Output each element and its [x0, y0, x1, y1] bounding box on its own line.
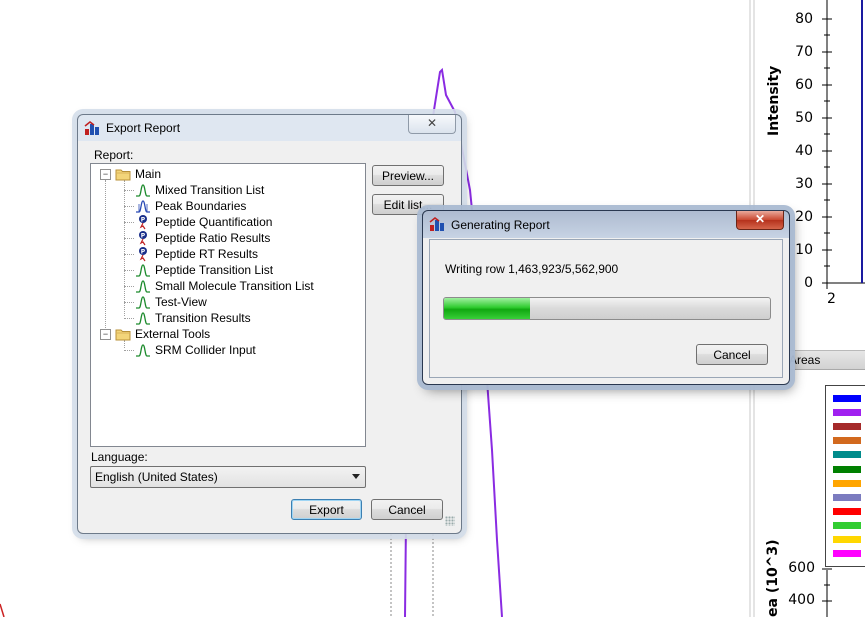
red-trace-fragment: [0, 603, 5, 617]
language-label: Language:: [91, 450, 148, 464]
svg-text:P: P: [141, 216, 146, 223]
intensity-tick-label: 80: [795, 11, 813, 27]
progress-bar: [443, 297, 771, 320]
progress-dialog-title: Generating Report: [451, 218, 550, 232]
tree-connector: [124, 254, 134, 255]
intensity-tick-label: 50: [795, 110, 813, 126]
chevron-down-icon: [352, 474, 360, 479]
tree-connector: [124, 286, 134, 287]
tree-item-label: Mixed Transition List: [155, 183, 265, 197]
tree-item-label: Peptide Transition List: [155, 263, 274, 277]
tree-item-label: Transition Results: [155, 311, 251, 325]
intensity-axis-title: Intensity: [766, 65, 782, 136]
peak-area-legend: [825, 385, 865, 567]
legend-swatch: [833, 423, 861, 431]
legend-swatch: [833, 451, 861, 459]
tree-connector: [124, 302, 134, 303]
tree-expander[interactable]: −: [100, 169, 111, 180]
peak-green-icon: [135, 294, 151, 310]
legend-swatch: [833, 465, 861, 473]
svg-text:P: P: [141, 248, 146, 255]
tree-item-label: External Tools: [135, 327, 211, 341]
legend-swatch: [833, 437, 861, 445]
intensity-tick-label: 60: [795, 77, 813, 93]
tree-connector: [124, 350, 134, 351]
export-cancel-button[interactable]: Cancel: [371, 499, 443, 520]
area-tick-400: 400: [788, 592, 815, 608]
peak-green-icon: [135, 262, 151, 278]
progress-cancel-button[interactable]: Cancel: [696, 344, 768, 365]
peak-green-icon: [135, 182, 151, 198]
tree-connector: [124, 180, 125, 316]
peak-green-icon: [135, 310, 151, 326]
peptide-icon: P: [135, 230, 151, 246]
legend-swatch: [833, 521, 861, 529]
peptide-icon: P: [135, 214, 151, 230]
areas-tab[interactable]: Areas: [786, 350, 865, 370]
export-dialog-close-button[interactable]: ✕: [408, 115, 456, 134]
tree-connector: [124, 222, 134, 223]
intensity-tick-label: 30: [795, 176, 813, 192]
tree-connector: [105, 180, 106, 340]
tree-item-label: SRM Collider Input: [155, 343, 256, 357]
progress-dialog-body: Writing row 1,463,923/5,562,900 Cancel: [429, 239, 783, 378]
peak-green-icon: [135, 342, 151, 358]
legend-swatch: [833, 550, 861, 558]
tree-item-label: Small Molecule Transition List: [155, 279, 314, 293]
resize-grip[interactable]: [445, 516, 455, 526]
preview-button[interactable]: Preview...: [372, 165, 444, 186]
peptide-icon: P: [135, 246, 151, 262]
peak-area-axis-title: ea (10^3): [765, 539, 781, 617]
tree-connector: [124, 206, 134, 207]
tree-item-label: Peptide Quantification: [155, 215, 273, 229]
legend-swatch: [833, 395, 861, 402]
legend-swatch: [833, 479, 861, 487]
progress-bar-fill: [444, 298, 530, 319]
tree-item-label: Main: [135, 167, 162, 181]
folder-icon: [115, 326, 131, 342]
report-tree[interactable]: − Main Mixed Transition List Peak Boundarie…: [90, 163, 366, 447]
areas-tab-label: Areas: [789, 353, 821, 367]
tree-expander[interactable]: −: [100, 329, 111, 340]
folder-icon: [115, 166, 131, 182]
tree-connector: [124, 238, 134, 239]
tree-connector: [124, 190, 134, 191]
intensity-tick-label: 70: [795, 44, 813, 60]
skyline-app-icon: [429, 217, 444, 231]
legend-swatch: [833, 536, 861, 543]
skyline-app-icon: [84, 121, 99, 135]
export-dialog-titlebar[interactable]: Export Report ✕: [78, 115, 461, 141]
tree-connector: [124, 270, 134, 271]
legend-swatch: [833, 507, 861, 515]
legend-swatch: [833, 409, 861, 417]
tree-connector: [124, 318, 134, 319]
report-label: Report:: [94, 148, 134, 162]
language-select[interactable]: English (United States): [90, 466, 366, 488]
tree-item-label: Peptide Ratio Results: [155, 231, 271, 245]
progress-dialog-titlebar[interactable]: Generating Report ✕: [423, 211, 789, 237]
legend-swatch: [833, 493, 861, 501]
tree-item-label: Peak Boundaries: [155, 199, 247, 213]
x-tick-label: 2: [827, 291, 836, 307]
progress-dialog-close-button[interactable]: ✕: [736, 211, 784, 230]
intensity-tick-label: 40: [795, 143, 813, 159]
export-dialog-title: Export Report: [106, 121, 181, 135]
generating-report-dialog: Generating Report ✕ Writing row 1,463,92…: [422, 210, 790, 385]
export-button[interactable]: Export: [291, 499, 362, 520]
tree-item-label: Test-View: [155, 295, 207, 309]
language-select-value: English (United States): [95, 470, 218, 484]
progress-status-text: Writing row 1,463,923/5,562,900: [445, 262, 619, 276]
svg-text:P: P: [141, 232, 146, 239]
tree-item-label: Peptide RT Results: [155, 247, 258, 261]
area-tick-600: 600: [788, 560, 815, 576]
peak-green-icon: [135, 278, 151, 294]
peak-blue-icon: [135, 198, 151, 214]
